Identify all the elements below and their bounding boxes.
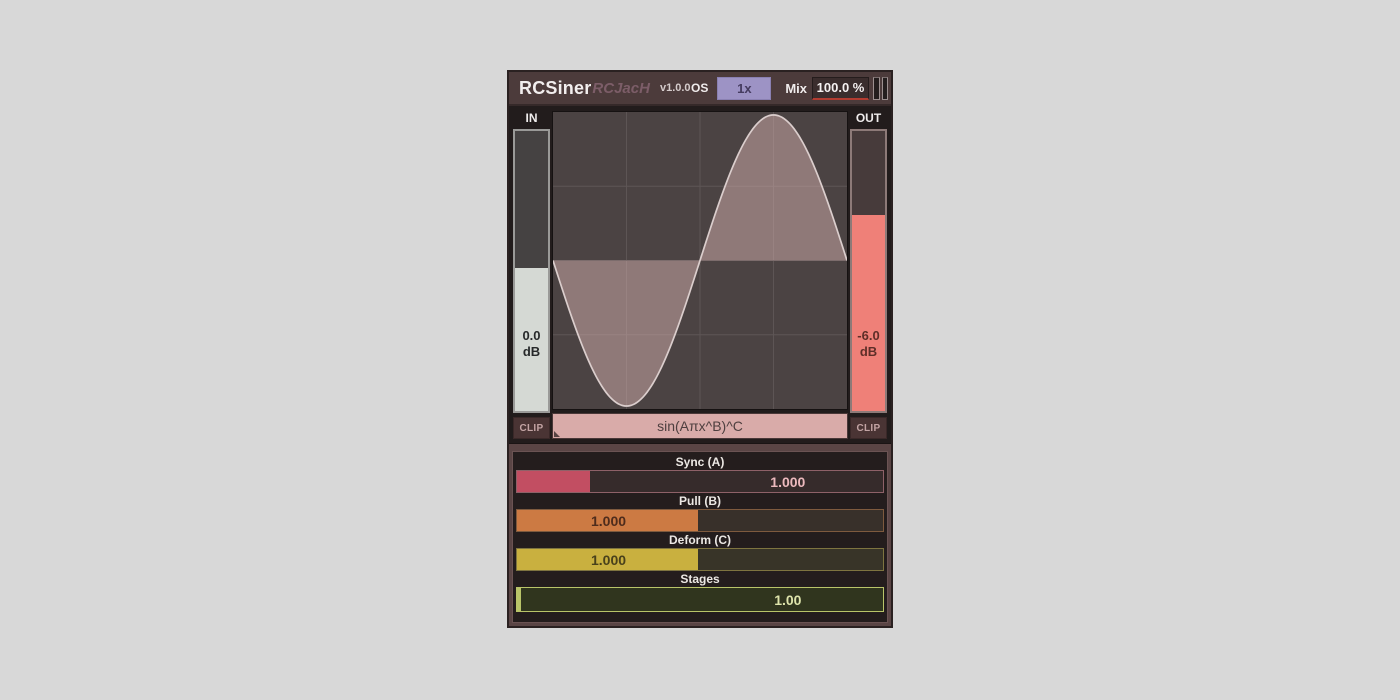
sync-slider[interactable]: 1.000	[516, 470, 884, 493]
main-display-section: IN 0.0 dB CLIP sin(Aπx^B)^C OUT -6.0 dB …	[509, 106, 891, 444]
output-level-meter[interactable]: -6.0 dB	[850, 129, 887, 413]
input-meter-column: IN 0.0 dB CLIP	[513, 106, 550, 439]
formula-text: sin(Aπx^B)^C	[657, 418, 743, 434]
pull-value: 1.000	[590, 512, 627, 529]
output-clip-indicator[interactable]: CLIP	[850, 417, 887, 439]
sync-value: 1.000	[770, 473, 806, 490]
deform-param-label: Deform (C)	[669, 533, 731, 547]
output-meter-fill	[852, 215, 885, 411]
deform-value: 1.000	[590, 551, 627, 568]
mix-value-field[interactable]: 100.0 %	[812, 76, 869, 100]
pull-param-label: Pull (B)	[679, 494, 721, 508]
oversampling-label: OS	[690, 81, 709, 95]
stages-value: 1.00	[774, 591, 802, 608]
vertical-bars-icon[interactable]	[873, 76, 888, 100]
frame-gap	[509, 444, 891, 451]
input-level-meter[interactable]: 0.0 dB	[513, 129, 550, 413]
mix-label: Mix	[785, 80, 807, 96]
stages-slider-fill	[517, 588, 522, 611]
parameters-panel: Sync (A) 1.000 Pull (B) 1.000 Deform (C)…	[512, 451, 888, 623]
waveform-svg	[553, 112, 847, 409]
waveform-column: sin(Aπx^B)^C	[552, 106, 848, 439]
output-gain-readout: -6.0 dB	[857, 327, 880, 359]
stages-slider[interactable]: 1.00	[516, 587, 884, 612]
plugin-window: RCSiner RCJacH v1.0.0 OS 1x Mix 100.0 % …	[507, 70, 893, 628]
input-clip-indicator[interactable]: CLIP	[513, 417, 550, 439]
output-meter-column: OUT -6.0 dB CLIP	[850, 106, 887, 439]
waveshaper-display[interactable]	[552, 111, 848, 410]
plugin-version: v1.0.0	[659, 82, 691, 94]
deform-slider[interactable]: 1.000	[516, 548, 884, 571]
plugin-author: RCJacH	[592, 79, 650, 97]
title-bar: RCSiner RCJacH v1.0.0 OS 1x Mix 100.0 %	[509, 72, 891, 106]
formula-selector[interactable]: sin(Aπx^B)^C	[552, 413, 848, 439]
oversampling-button[interactable]: 1x	[717, 76, 772, 100]
output-meter-label: OUT	[855, 110, 882, 125]
dropdown-corner-icon	[554, 431, 560, 437]
stages-param-label: Stages	[680, 572, 720, 586]
pull-slider[interactable]: 1.000	[516, 509, 884, 532]
sync-param-label: Sync (A)	[675, 455, 725, 469]
sync-slider-fill	[517, 471, 591, 492]
input-gain-readout: 0.0 dB	[522, 327, 541, 359]
input-meter-label: IN	[525, 110, 538, 125]
plugin-title: RCSiner	[519, 77, 592, 98]
